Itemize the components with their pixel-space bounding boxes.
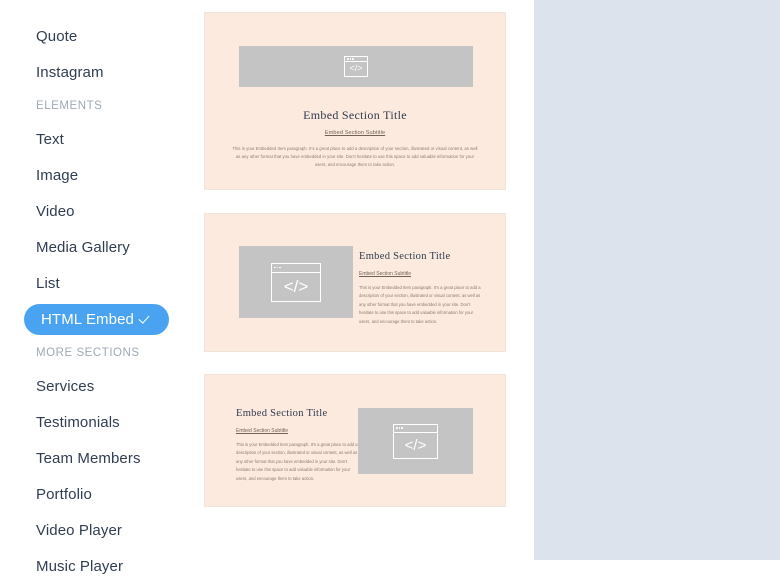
embed-text-block-3: Embed Section Title Embed Section Subtit… — [236, 408, 358, 483]
embed-section-subtitle-3: Embed Section Subtitle — [236, 428, 288, 434]
section-preview-card-2[interactable]: </> Embed Section Title Embed Section Su… — [204, 213, 506, 352]
code-embed-icon: </> — [393, 423, 438, 459]
code-embed-icon-glyph: </> — [349, 63, 363, 74]
sidebar-item-label: HTML Embed — [41, 310, 134, 328]
sidebar-selected-pill[interactable]: HTML Embed — [24, 303, 169, 335]
sidebar-item-html-embed[interactable]: HTML Embed — [0, 301, 196, 337]
sidebar-item-testimonials[interactable]: Testimonials — [0, 404, 196, 440]
sections-sidebar: Quote Instagram ELEMENTS Text Image Video Medi… — [0, 0, 196, 575]
sidebar-item-list[interactable]: List — [0, 265, 196, 301]
sidebar-item-image[interactable]: Image — [0, 157, 196, 193]
sidebar-item-text[interactable]: Text — [0, 121, 196, 157]
embed-section-subtitle-2: Embed Section Subtitle — [359, 271, 411, 277]
right-side-panel — [534, 0, 780, 560]
code-embed-icon-titlebar — [272, 264, 320, 273]
embed-section-body-2: This is your Embedded Item paragraph. It… — [359, 285, 481, 324]
sidebar-item-quote[interactable]: Quote — [0, 18, 196, 54]
embed-section-subtitle-wrap-1: Embed Section Subtitle — [205, 130, 505, 136]
section-preview-card-1[interactable]: </> Embed Section Title Embed Section Su… — [204, 12, 506, 190]
code-embed-icon-glyph: </> — [404, 436, 427, 454]
section-preview-card-3[interactable]: Embed Section Title Embed Section Subtit… — [204, 374, 506, 507]
section-preview-list: </> Embed Section Title Embed Section Su… — [204, 12, 506, 507]
embed-section-title-1: Embed Section Title — [303, 108, 407, 122]
sidebar-item-video[interactable]: Video — [0, 193, 196, 229]
sidebar-group-label: ELEMENTS — [36, 99, 103, 112]
code-embed-icon-titlebar — [394, 425, 437, 433]
sidebar-item-instagram[interactable]: Instagram — [0, 54, 196, 90]
embed-placeholder-image-3: </> — [358, 408, 473, 474]
sidebar-item-portfolio[interactable]: Portfolio — [0, 476, 196, 512]
sidebar-group-label: MORE SECTIONS — [36, 346, 140, 359]
embed-section-subtitle-1: Embed Section Subtitle — [324, 130, 386, 136]
code-embed-icon-glyph: </> — [283, 277, 309, 297]
embed-section-subtitle-wrap-3: Embed Section Subtitle — [236, 419, 358, 437]
sidebar-nav-list: Quote Instagram ELEMENTS Text Image Video Medi… — [0, 18, 196, 584]
embed-section-title-3: Embed Section Title — [236, 408, 328, 419]
sidebar-item-music-player[interactable]: Music Player — [0, 548, 196, 584]
sidebar-item-video-player[interactable]: Video Player — [0, 512, 196, 548]
code-embed-icon: </> — [271, 262, 321, 302]
sidebar-item-media-gallery[interactable]: Media Gallery — [0, 229, 196, 265]
embed-text-block-2: Embed Section Title Embed Section Subtit… — [359, 251, 483, 326]
sidebar-item-services[interactable]: Services — [0, 368, 196, 404]
embed-placeholder-image-1: </> — [239, 46, 473, 87]
embed-section-title-2: Embed Section Title — [359, 251, 451, 262]
embed-section-body-1: This is your Embedded Item paragraph. It… — [232, 146, 478, 168]
embed-section-body-3: This is your Embedded Item paragraph. It… — [236, 442, 358, 481]
code-embed-icon: </> — [344, 56, 368, 77]
embed-section-subtitle-wrap-2: Embed Section Subtitle — [359, 262, 483, 280]
app-root: Quote Instagram ELEMENTS Text Image Video Medi… — [0, 0, 780, 575]
sidebar-item-team-members[interactable]: Team Members — [0, 440, 196, 476]
embed-placeholder-image-2: </> — [239, 246, 353, 318]
check-icon — [140, 313, 153, 326]
